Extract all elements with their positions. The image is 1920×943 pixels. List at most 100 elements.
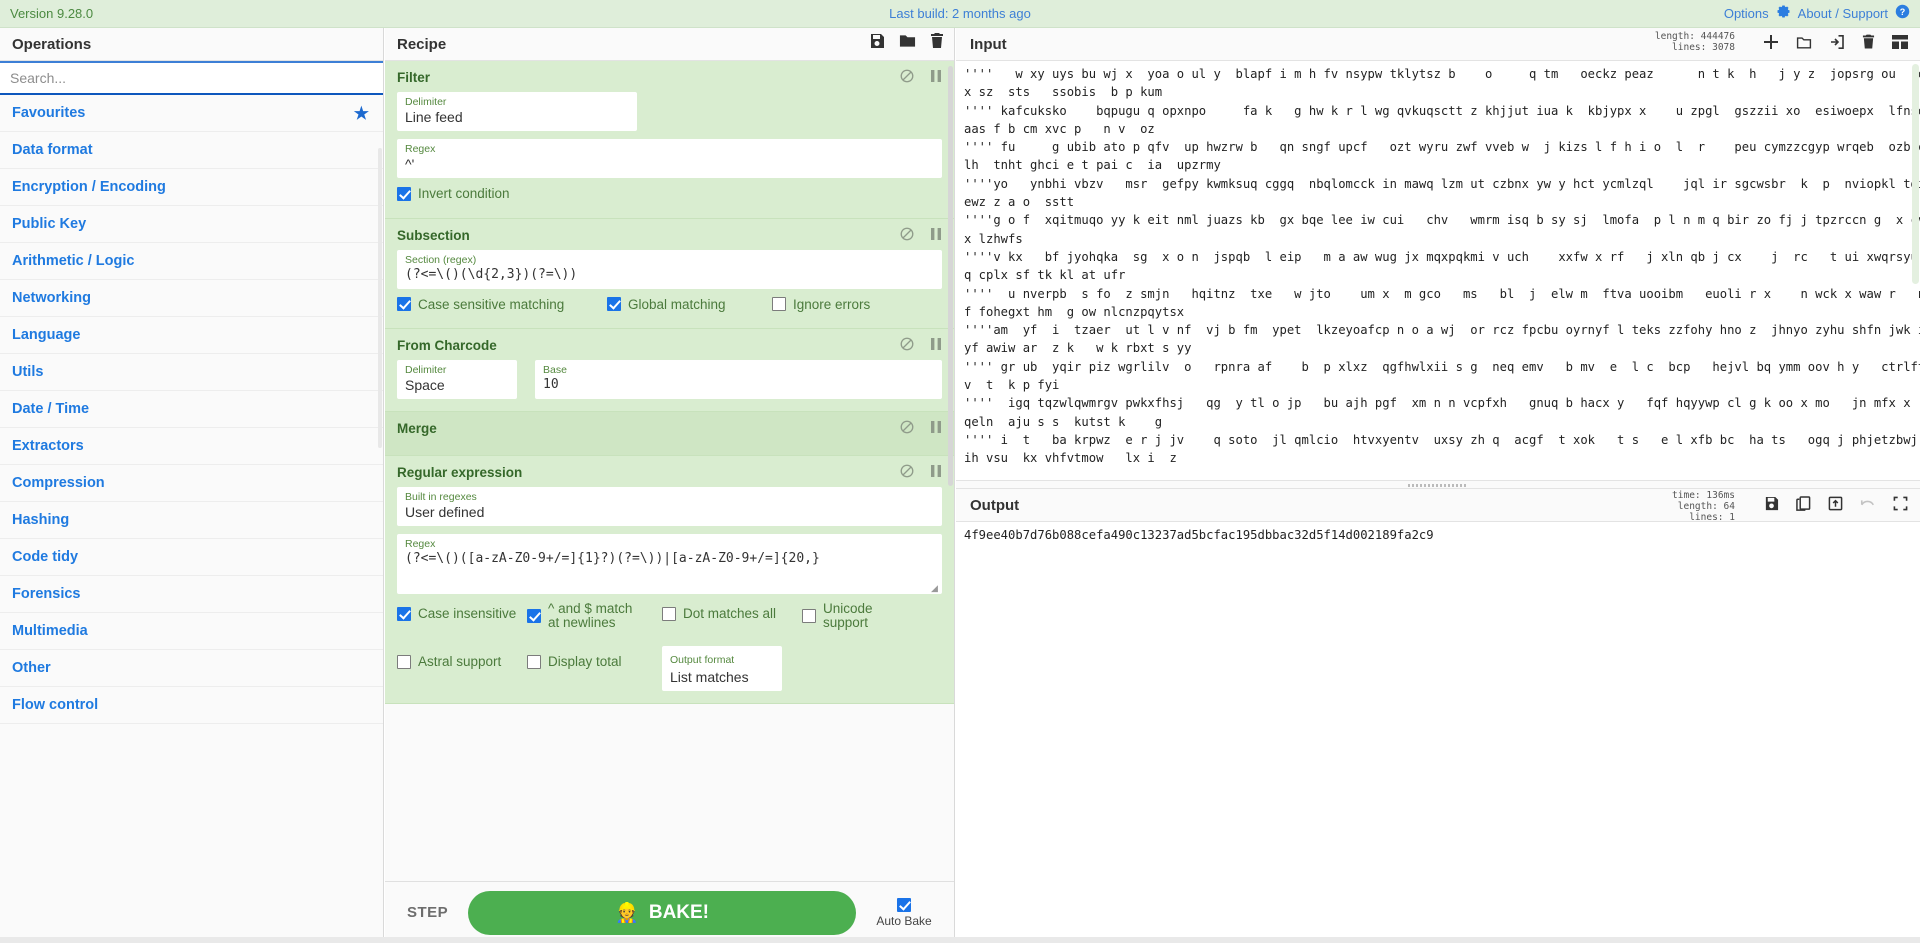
load-recipe-icon[interactable] xyxy=(899,28,916,61)
tabs-icon[interactable] xyxy=(1892,35,1908,54)
checkbox-box[interactable] xyxy=(397,654,411,669)
checkbox-label: ^ and $ match at newlines xyxy=(548,601,633,630)
pause-operation-icon[interactable] xyxy=(930,420,942,437)
checkbox-box[interactable] xyxy=(397,297,411,311)
operation-argument[interactable]: Delimiter Line feed xyxy=(397,92,637,131)
checkbox-option[interactable]: Case insensitive xyxy=(397,606,516,621)
sidebar-item-multimedia[interactable]: Multimedia xyxy=(0,613,383,650)
disable-operation-icon[interactable] xyxy=(900,227,914,244)
sidebar-item-utils[interactable]: Utils xyxy=(0,354,383,391)
checkbox-box[interactable] xyxy=(607,297,621,311)
checkbox-box[interactable] xyxy=(397,606,411,621)
recipe-toolbar xyxy=(869,28,944,61)
operations-scrollbar[interactable] xyxy=(378,148,382,448)
bake-bar: STEP 👷 BAKE! Auto Bake xyxy=(385,881,954,943)
clear-recipe-icon[interactable] xyxy=(930,28,944,61)
sidebar-item-data-format[interactable]: Data format xyxy=(0,132,383,169)
operation-argument[interactable]: Section (regex) (?<=\()(\d{2,3})(?=\)) xyxy=(397,249,942,289)
recipe-operation[interactable]: Regular expression Built in regexes User d… xyxy=(385,456,954,704)
checkbox-box[interactable] xyxy=(397,186,411,201)
gear-icon[interactable] xyxy=(1776,4,1791,22)
checkbox-option[interactable]: Display total xyxy=(527,654,622,669)
add-tab-icon[interactable] xyxy=(1763,34,1779,55)
operation-argument[interactable]: Delimiter Space xyxy=(397,360,517,399)
checkbox-option[interactable]: Invert condition xyxy=(397,186,510,201)
favourites-star-icon[interactable]: ★ xyxy=(354,95,369,132)
options-link[interactable]: Options xyxy=(1724,6,1769,21)
disable-operation-icon[interactable] xyxy=(900,464,914,481)
sidebar-item-label: Favourites xyxy=(12,105,86,121)
sidebar-item-favourites[interactable]: Favourites ★ xyxy=(0,95,383,132)
sidebar-item-hashing[interactable]: Hashing xyxy=(0,502,383,539)
open-file-icon[interactable] xyxy=(1829,34,1845,55)
last-build-label[interactable]: Last build: 2 months ago xyxy=(0,6,1920,21)
step-button[interactable]: STEP xyxy=(399,904,456,921)
checkbox-box[interactable] xyxy=(802,609,816,623)
disable-operation-icon[interactable] xyxy=(900,420,914,437)
pause-operation-icon[interactable] xyxy=(930,69,942,86)
auto-bake-toggle[interactable]: Auto Bake xyxy=(868,897,940,928)
checkbox-option[interactable]: Unicode support xyxy=(802,602,909,630)
checkbox-box[interactable] xyxy=(772,297,786,311)
bake-button[interactable]: 👷 BAKE! xyxy=(468,890,856,935)
sidebar-item-compression[interactable]: Compression xyxy=(0,465,383,502)
pause-operation-icon[interactable] xyxy=(930,227,942,244)
operation-argument[interactable]: Regex ^' xyxy=(397,139,942,178)
sidebar-item-arithmetic-logic[interactable]: Arithmetic / Logic xyxy=(0,243,383,280)
input-header: Input length: 444476 lines: 3078 xyxy=(956,28,1920,61)
operation-argument[interactable]: Built in regexes User defined xyxy=(397,487,942,526)
checkbox-option[interactable]: Global matching xyxy=(607,297,726,312)
checkbox-box[interactable] xyxy=(662,606,676,621)
sidebar-item-encryption-encoding[interactable]: Encryption / Encoding xyxy=(0,169,383,206)
checkbox-option[interactable]: Dot matches all xyxy=(662,606,776,621)
sidebar-item-extractors[interactable]: Extractors xyxy=(0,428,383,465)
operation-argument[interactable]: Base 10 xyxy=(535,360,942,399)
checkbox-option[interactable]: Case sensitive matching xyxy=(397,297,564,312)
recipe-operation[interactable]: Filter Delimiter Line feed Regex ^' Invert co… xyxy=(385,61,954,219)
question-mark-icon[interactable]: ? xyxy=(1895,4,1910,22)
checkbox-box[interactable] xyxy=(527,654,541,669)
recipe-operation[interactable]: Subsection Section (regex) (?<=\()(\d{2,3}… xyxy=(385,218,954,329)
sidebar-item-flow-control[interactable]: Flow control xyxy=(0,687,383,724)
splitter-grip[interactable] xyxy=(1408,484,1468,487)
pause-operation-icon[interactable] xyxy=(930,464,942,481)
sidebar-item-forensics[interactable]: Forensics xyxy=(0,576,383,613)
copy-output-icon[interactable] xyxy=(1796,495,1811,516)
sidebar-item-date-time[interactable]: Date / Time xyxy=(0,391,383,428)
save-recipe-icon[interactable] xyxy=(869,28,885,61)
recipe-operation-controls xyxy=(900,464,942,481)
top-banner: Version 9.28.0 Last build: 2 months ago … xyxy=(0,0,1920,28)
checkbox-box[interactable] xyxy=(527,609,541,623)
argument-label: Regex xyxy=(405,143,436,155)
checkbox-option[interactable]: Ignore errors xyxy=(772,297,870,312)
checkbox-option[interactable]: ^ and $ match at newlines xyxy=(527,602,634,630)
input-scrollbar[interactable] xyxy=(1912,64,1919,284)
search-input[interactable] xyxy=(0,63,383,93)
undo-icon[interactable] xyxy=(1860,496,1876,515)
about-support-link[interactable]: About / Support xyxy=(1798,6,1888,21)
sidebar-item-public-key[interactable]: Public Key xyxy=(0,206,383,243)
auto-bake-checkbox[interactable] xyxy=(897,897,911,912)
recipe-operation[interactable]: From Charcode Delimiter Space Base 10 xyxy=(385,329,954,412)
disable-operation-icon[interactable] xyxy=(900,337,914,354)
resize-grip[interactable]: ◢ xyxy=(931,584,940,593)
replace-input-icon[interactable] xyxy=(1828,496,1843,516)
sidebar-item-code-tidy[interactable]: Code tidy xyxy=(0,539,383,576)
clear-input-icon[interactable] xyxy=(1862,34,1875,55)
checkbox-option[interactable]: Astral support xyxy=(397,654,501,669)
output-textarea[interactable]: 4f9ee40b7d76b088cefa490c13237ad5bcfac195… xyxy=(956,522,1920,943)
operation-argument[interactable]: Regex (?<=\()([a-zA-Z0-9+/=]{1}?)(?=\))|[… xyxy=(397,534,942,594)
sidebar-item-language[interactable]: Language xyxy=(0,317,383,354)
maximise-output-icon[interactable] xyxy=(1893,496,1908,516)
recipe-scrollbar[interactable] xyxy=(948,66,953,486)
disable-operation-icon[interactable] xyxy=(900,69,914,86)
save-output-icon[interactable] xyxy=(1764,496,1779,516)
sidebar-item-networking[interactable]: Networking xyxy=(0,280,383,317)
io-splitter[interactable] xyxy=(956,480,1920,489)
recipe-operation-title: Filter xyxy=(397,70,431,85)
pause-operation-icon[interactable] xyxy=(930,337,942,354)
recipe-operation[interactable]: Merge xyxy=(385,412,954,456)
open-folder-icon[interactable] xyxy=(1796,35,1812,55)
sidebar-item-other[interactable]: Other xyxy=(0,650,383,687)
input-textarea[interactable]: '''' w xy uys bu wj x yoa o ul y blapf i… xyxy=(956,61,1920,472)
